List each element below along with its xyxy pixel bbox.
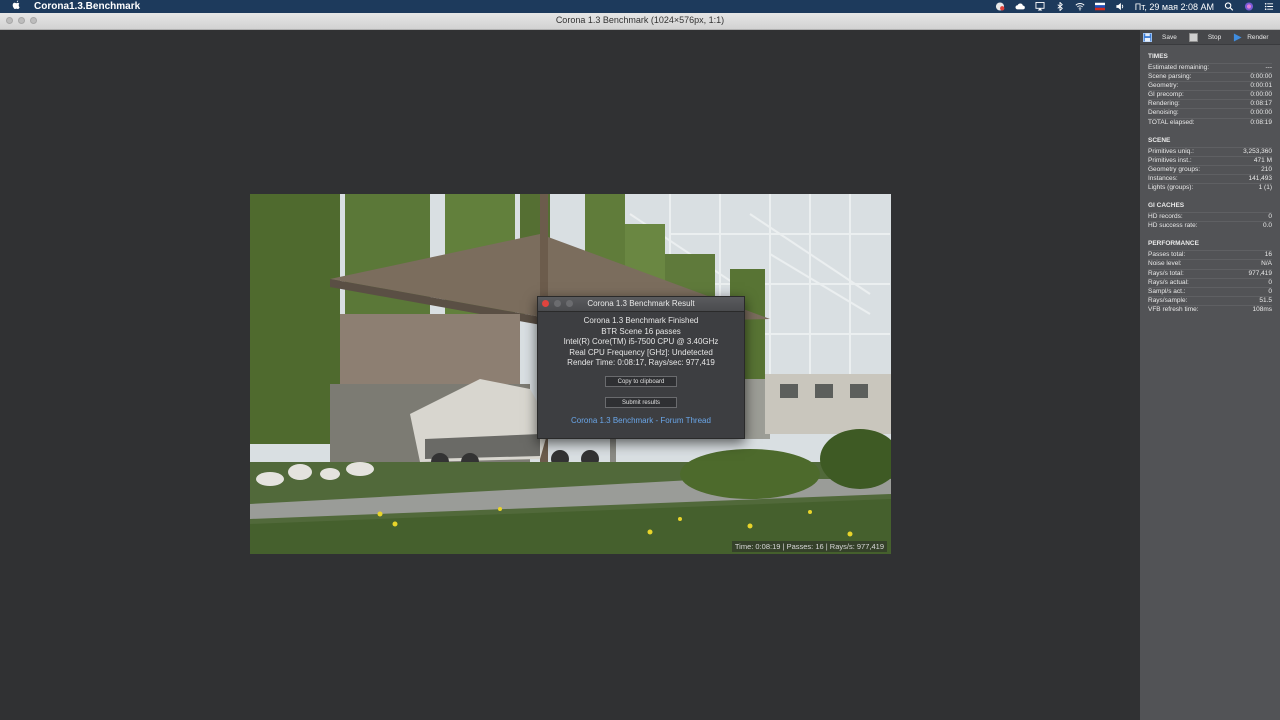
render-status-line: Time: 0:08:19 | Passes: 16 | Rays/s: 977…: [731, 541, 887, 552]
status-area: Пт, 29 мая 2:08 AM: [995, 0, 1274, 13]
stop-button-label: Stop: [1207, 33, 1222, 41]
stats-panel: Save Stop Render TIMES Estimated remaini…: [1140, 30, 1280, 720]
window-title-bar[interactable]: Corona 1.3 Benchmark (1024×576px, 1:1): [0, 13, 1280, 30]
siri-icon[interactable]: [1244, 2, 1254, 11]
dialog-body: Corona 1.3 Benchmark Finished BTR Scene …: [538, 312, 744, 427]
app-name-menu[interactable]: Corona1.3.Benchmark: [34, 1, 140, 12]
result-line-frequency: Real CPU Frequency [GHz]: Undetected: [569, 347, 713, 357]
floppy-disk-icon: [1143, 32, 1152, 42]
stop-icon: [1188, 32, 1198, 42]
stat-row: Passes total: 16: [1148, 250, 1272, 259]
bluetooth-icon[interactable]: [1055, 2, 1065, 11]
stat-row: Sampl/s act.: 0: [1148, 286, 1272, 295]
language-flag-icon[interactable]: [1094, 2, 1105, 11]
stat-row: Instances: 141,493: [1148, 173, 1272, 182]
stat-row: Rays/sample: 51.5: [1148, 295, 1272, 304]
stat-row: Rendering: 0:08:17: [1148, 99, 1272, 108]
stat-row: GI precomp: 0:00:00: [1148, 90, 1272, 99]
times-section: TIMES Estimated remaining: --- Scene pars…: [1140, 53, 1280, 127]
notification-badge-icon[interactable]: [995, 2, 1005, 11]
cloud-icon[interactable]: [1015, 2, 1025, 11]
dialog-title-bar[interactable]: Corona 1.3 Benchmark Result: [538, 297, 744, 312]
copy-to-clipboard-button[interactable]: Copy to clipboard: [605, 375, 677, 387]
search-icon[interactable]: [1224, 2, 1234, 11]
stat-row: Primitives uniq.: 3,253,360: [1148, 146, 1272, 155]
notification-center-icon[interactable]: [1264, 2, 1274, 11]
performance-heading: PERFORMANCE: [1148, 240, 1199, 248]
benchmark-result-dialog: Corona 1.3 Benchmark Result Corona 1.3 B…: [537, 296, 745, 439]
result-line-render-time: Render Time: 0:08:17, Rays/sec: 977,419: [567, 358, 715, 368]
result-line-cpu: Intel(R) Core(TM) i5-7500 CPU @ 3.40GHz: [563, 337, 719, 347]
window-title: Corona 1.3 Benchmark (1024×576px, 1:1): [555, 15, 725, 25]
render-button-label: Render: [1247, 33, 1269, 41]
times-heading: TIMES: [1148, 53, 1168, 60]
stat-row: Noise level: N/A: [1148, 259, 1272, 268]
wifi-icon[interactable]: [1075, 2, 1085, 11]
stat-row: Lights (groups): 1 (1): [1148, 183, 1272, 192]
forum-thread-link[interactable]: Corona 1.3 Benchmark - Forum Thread: [538, 416, 744, 427]
menu-bar: Corona1.3.Benchmark Пт, 29 мая 2:08 AM: [0, 0, 1280, 13]
play-icon: [1234, 32, 1242, 42]
scene-heading: SCENE: [1148, 136, 1171, 144]
stat-row: Rays/s actual: 0: [1148, 277, 1272, 286]
render-button[interactable]: Render: [1233, 31, 1269, 43]
performance-section: PERFORMANCE Passes total: 16 Noise level:…: [1140, 240, 1280, 314]
airplay-icon[interactable]: [1035, 2, 1045, 11]
scene-section: SCENE Primitives uniq.: 3,253,360 Primiti…: [1140, 137, 1280, 192]
stat-row: HD success rate: 0.0: [1148, 221, 1272, 230]
stat-row: Geometry groups: 210: [1148, 164, 1272, 173]
stat-row: Scene parsing: 0:00:00: [1148, 72, 1272, 81]
volume-icon[interactable]: [1115, 2, 1125, 11]
stat-row: TOTAL elapsed: 0:08:19: [1148, 117, 1272, 126]
stat-row: Primitives inst.: 471 M: [1148, 155, 1272, 164]
stop-button[interactable]: Stop: [1188, 31, 1222, 43]
stat-row: Estimated remaining: ---: [1148, 63, 1272, 71]
stat-row: Denoising: 0:00:00: [1148, 108, 1272, 117]
save-button[interactable]: Save: [1143, 31, 1177, 43]
stat-row: VFB refresh time: 108ms: [1148, 304, 1272, 313]
result-line-finished: Corona 1.3 Benchmark Finished: [583, 316, 699, 325]
gi-caches-heading: GI CACHES: [1148, 202, 1185, 210]
clock[interactable]: Пт, 29 мая 2:08 AM: [1135, 2, 1214, 12]
stat-row: Geometry: 0:00:01: [1148, 81, 1272, 90]
render-toolbar: Save Stop Render: [1140, 30, 1280, 45]
dialog-title: Corona 1.3 Benchmark Result: [587, 299, 695, 308]
submit-results-button[interactable]: Submit results: [605, 396, 677, 408]
save-button-label: Save: [1162, 33, 1177, 41]
result-line-scene: BTR Scene 16 passes: [601, 326, 681, 336]
stat-row: HD records: 0: [1148, 212, 1272, 221]
apple-menu-icon[interactable]: [12, 0, 22, 13]
stat-row: Rays/s total: 977,419: [1148, 268, 1272, 277]
gi-caches-section: GI CACHES HD records: 0 HD success rate: 0…: [1140, 202, 1280, 230]
